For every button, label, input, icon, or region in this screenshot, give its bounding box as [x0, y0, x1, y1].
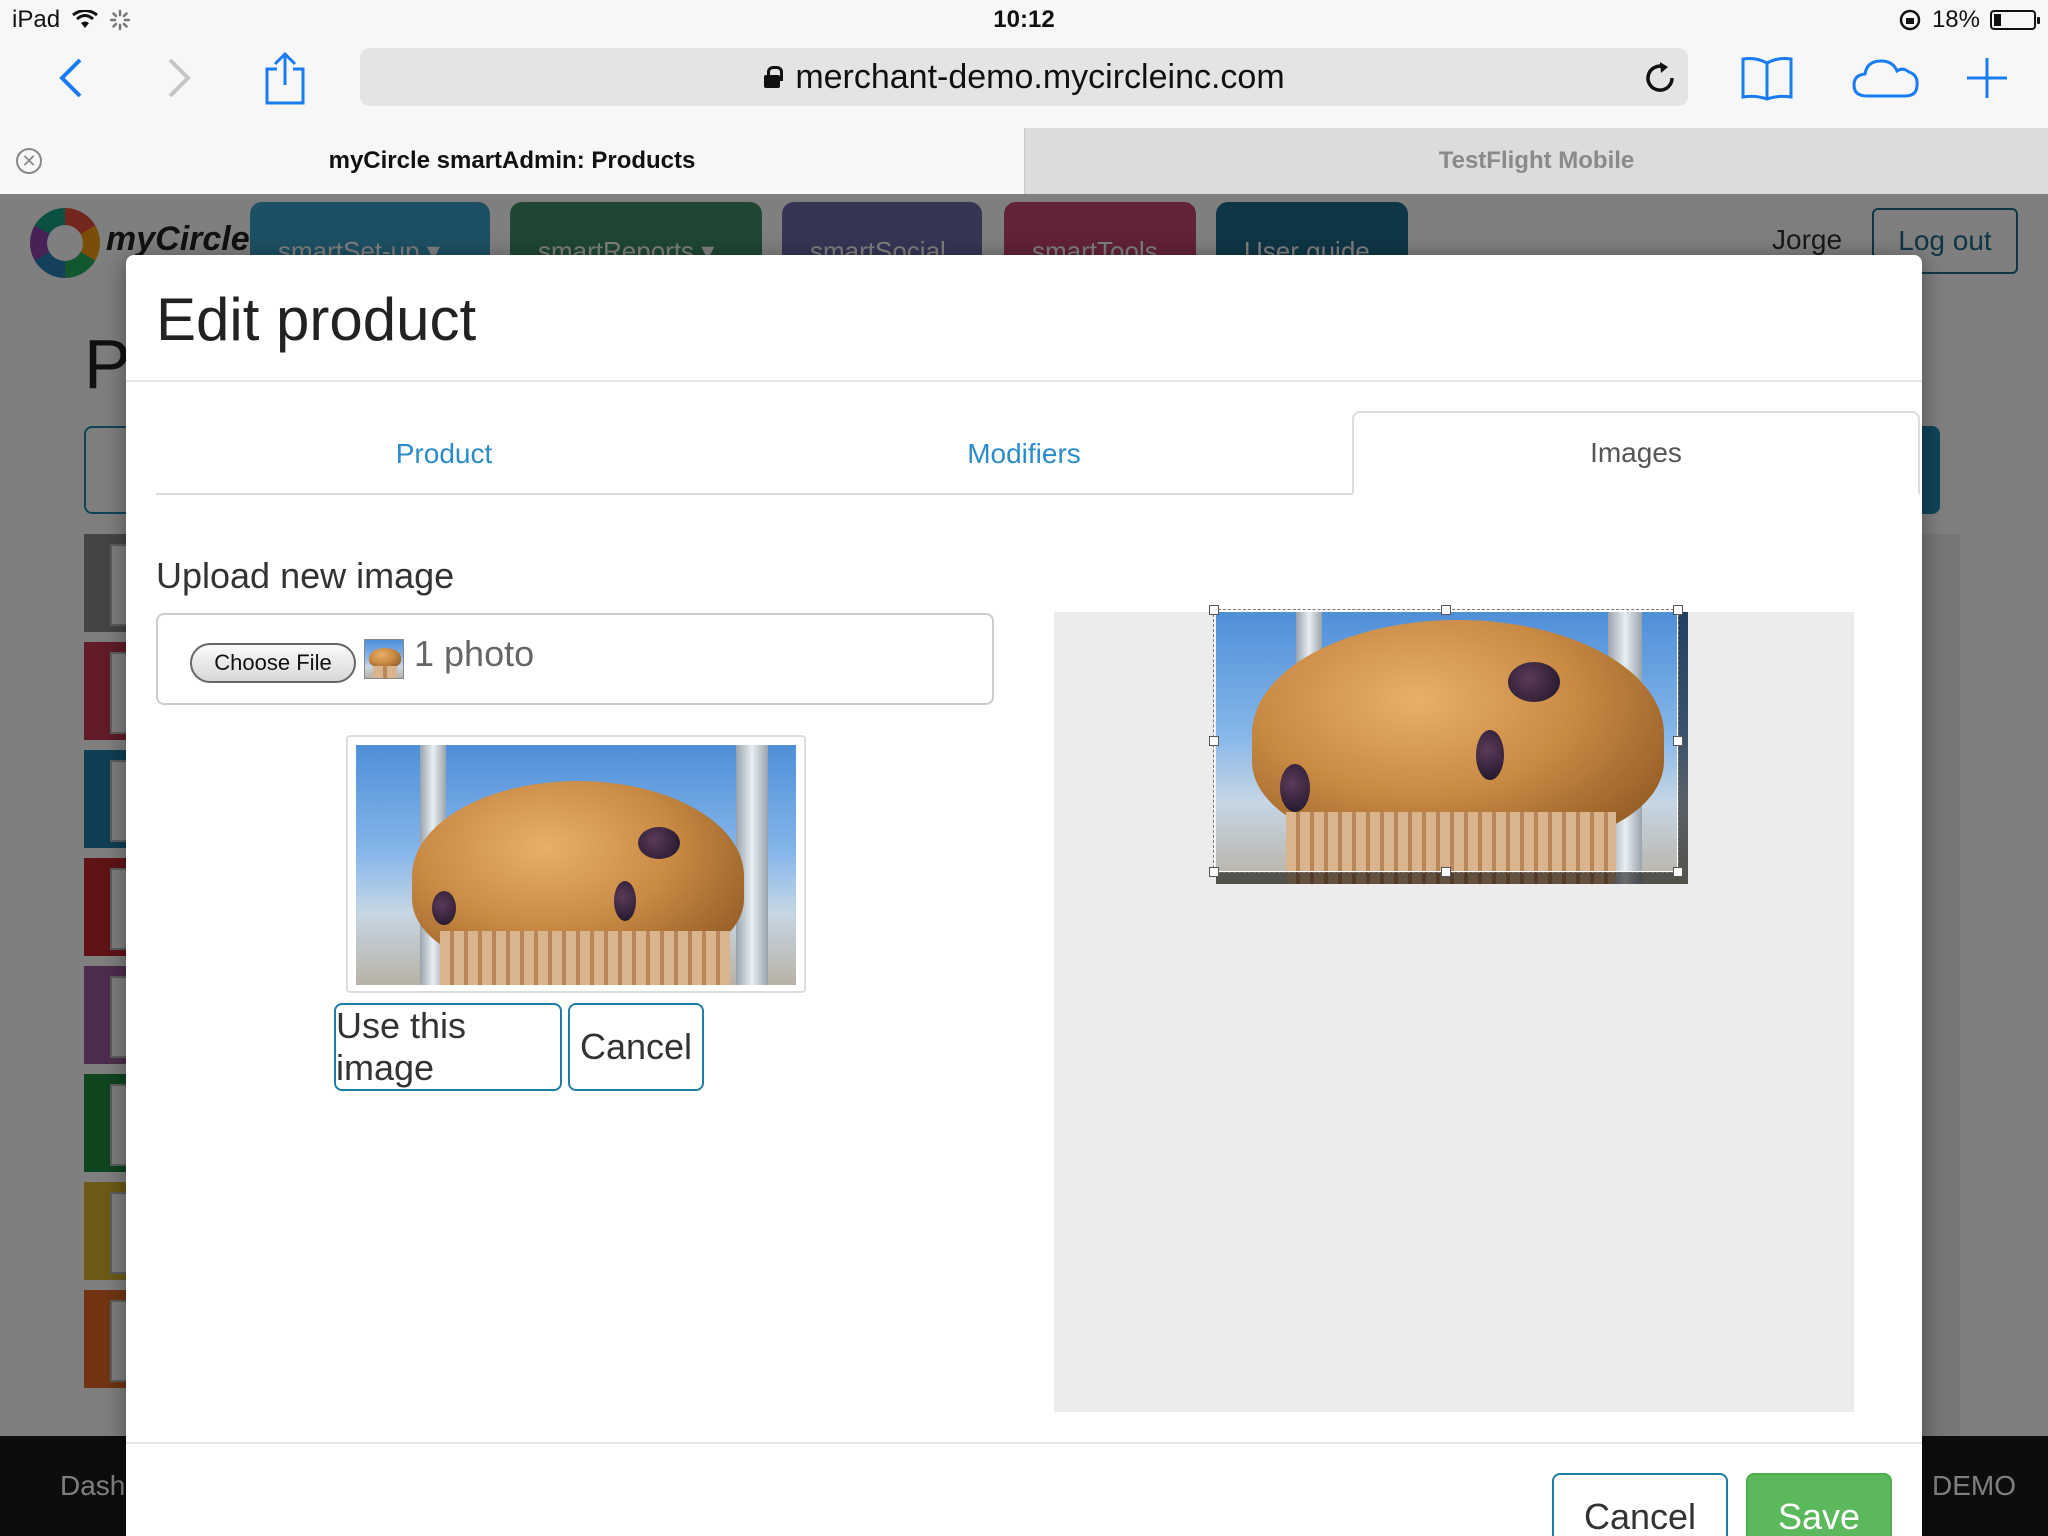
rotation-lock-icon: [1899, 9, 1921, 31]
crop-handle[interactable]: [1441, 605, 1451, 615]
new-tab-icon: [1967, 58, 2007, 98]
crop-handle[interactable]: [1209, 867, 1219, 877]
crop-handle[interactable]: [1673, 867, 1683, 877]
crop-handle[interactable]: [1673, 736, 1683, 746]
image-preview: [346, 735, 806, 993]
crop-mask: [1216, 872, 1688, 884]
tab-strip: ✕ myCircle smartAdmin: Products TestFlig…: [0, 128, 2048, 194]
close-tab-icon[interactable]: ✕: [16, 148, 42, 174]
bookmarks-icon: [1741, 57, 1793, 101]
file-input[interactable]: Choose File 1 photo: [156, 613, 994, 705]
browser-toolbar: merchant-demo.mycircleinc.com: [0, 40, 2048, 128]
modal-header: Edit product: [126, 255, 1922, 382]
share-button[interactable]: [250, 48, 320, 108]
upload-label: Upload new image: [156, 555, 455, 596]
crop-area[interactable]: [1054, 605, 1854, 1412]
modal-title: Edit product: [156, 286, 477, 353]
tab-images[interactable]: Images: [1352, 411, 1920, 495]
cancel-button[interactable]: Cancel: [1552, 1473, 1728, 1536]
crop-selection[interactable]: [1213, 609, 1679, 873]
back-icon: [59, 58, 82, 98]
muffin-photo: [356, 745, 796, 985]
tab-title: TestFlight Mobile: [1438, 147, 1635, 174]
new-tab-button[interactable]: [1952, 48, 2022, 108]
cloud-tabs-button[interactable]: [1846, 48, 1926, 108]
battery-percent: 18%: [1931, 6, 1980, 33]
status-bar: iPad 10:12 18%: [0, 0, 2048, 40]
edit-product-modal: Edit product Product Modifiers Images Up…: [126, 255, 1922, 1536]
tab-product[interactable]: Product: [156, 413, 732, 495]
forward-button[interactable]: [144, 48, 214, 108]
reload-icon[interactable]: [1642, 60, 1678, 96]
address-bar[interactable]: merchant-demo.mycircleinc.com: [360, 48, 1688, 106]
crop-handle[interactable]: [1209, 736, 1219, 746]
tab-testflight[interactable]: TestFlight Mobile: [1024, 128, 2048, 194]
file-thumbnail: [364, 639, 404, 679]
share-icon: [265, 51, 305, 105]
choose-file-button[interactable]: Choose File: [190, 643, 356, 683]
cancel-image-button[interactable]: Cancel: [568, 1003, 704, 1091]
battery-icon: [1990, 10, 2040, 30]
bookmarks-button[interactable]: [1732, 48, 1802, 108]
crop-handle[interactable]: [1441, 867, 1451, 877]
back-button[interactable]: [36, 48, 106, 108]
modal-tabs: Product Modifiers Images: [156, 411, 1920, 495]
crop-handle[interactable]: [1673, 605, 1683, 615]
file-count: 1 photo: [414, 633, 535, 674]
lock-icon: [763, 66, 784, 88]
save-button[interactable]: Save: [1746, 1473, 1892, 1536]
tab-modifiers[interactable]: Modifiers: [732, 413, 1316, 495]
forward-icon: [168, 58, 191, 98]
crop-handle[interactable]: [1209, 605, 1219, 615]
use-image-button[interactable]: Use this image: [334, 1003, 562, 1091]
clock: 10:12: [993, 6, 1055, 33]
cloud-tabs-icon: [1852, 59, 1919, 98]
tab-title: myCircle smartAdmin: Products: [328, 147, 696, 174]
url-text: merchant-demo.mycircleinc.com: [795, 57, 1285, 96]
tab-mycircle-products[interactable]: ✕ myCircle smartAdmin: Products: [0, 128, 1024, 194]
modal-footer-divider: [126, 1442, 1922, 1444]
